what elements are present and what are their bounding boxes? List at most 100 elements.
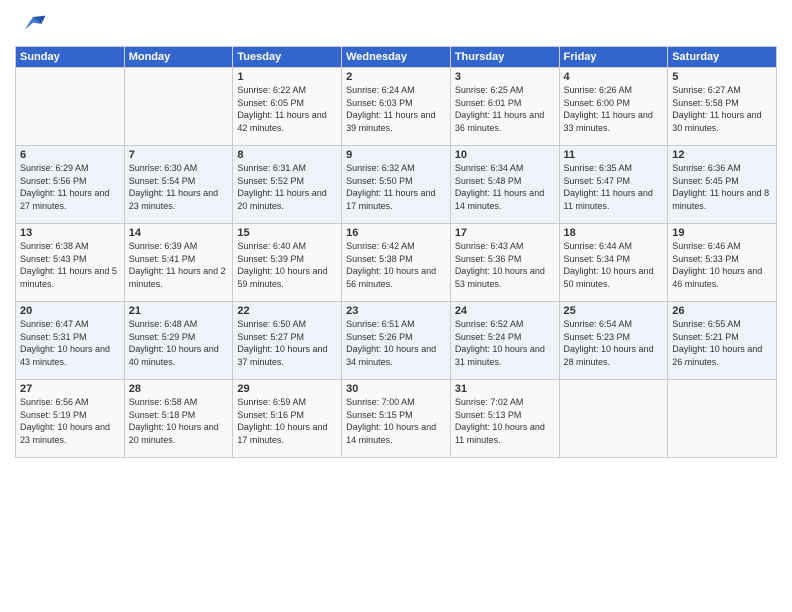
calendar-body: 1Sunrise: 6:22 AM Sunset: 6:05 PM Daylig… (16, 68, 777, 458)
day-info: Sunrise: 6:48 AM Sunset: 5:29 PM Dayligh… (129, 318, 229, 368)
day-info: Sunrise: 6:24 AM Sunset: 6:03 PM Dayligh… (346, 84, 446, 134)
day-info: Sunrise: 6:39 AM Sunset: 5:41 PM Dayligh… (129, 240, 229, 290)
calendar-cell: 28Sunrise: 6:58 AM Sunset: 5:18 PM Dayli… (124, 380, 233, 458)
day-number: 29 (237, 383, 337, 395)
calendar-cell: 4Sunrise: 6:26 AM Sunset: 6:00 PM Daylig… (559, 68, 668, 146)
logo-bird-icon (19, 10, 47, 38)
week-row-1: 1Sunrise: 6:22 AM Sunset: 6:05 PM Daylig… (16, 68, 777, 146)
calendar-cell: 21Sunrise: 6:48 AM Sunset: 5:29 PM Dayli… (124, 302, 233, 380)
day-number: 9 (346, 149, 446, 161)
calendar-cell: 22Sunrise: 6:50 AM Sunset: 5:27 PM Dayli… (233, 302, 342, 380)
week-row-3: 13Sunrise: 6:38 AM Sunset: 5:43 PM Dayli… (16, 224, 777, 302)
day-number: 31 (455, 383, 555, 395)
calendar-header: SundayMondayTuesdayWednesdayThursdayFrid… (16, 47, 777, 68)
day-header-tuesday: Tuesday (233, 47, 342, 68)
day-info: Sunrise: 6:52 AM Sunset: 5:24 PM Dayligh… (455, 318, 555, 368)
day-number: 26 (672, 305, 772, 317)
day-info: Sunrise: 6:34 AM Sunset: 5:48 PM Dayligh… (455, 162, 555, 212)
day-info: Sunrise: 6:26 AM Sunset: 6:00 PM Dayligh… (564, 84, 664, 134)
day-number: 12 (672, 149, 772, 161)
day-info: Sunrise: 6:30 AM Sunset: 5:54 PM Dayligh… (129, 162, 229, 212)
day-info: Sunrise: 7:02 AM Sunset: 5:13 PM Dayligh… (455, 396, 555, 446)
day-header-wednesday: Wednesday (342, 47, 451, 68)
day-info: Sunrise: 6:55 AM Sunset: 5:21 PM Dayligh… (672, 318, 772, 368)
logo (15, 10, 47, 38)
day-info: Sunrise: 6:47 AM Sunset: 5:31 PM Dayligh… (20, 318, 120, 368)
calendar-cell: 19Sunrise: 6:46 AM Sunset: 5:33 PM Dayli… (668, 224, 777, 302)
day-number: 14 (129, 227, 229, 239)
calendar-cell: 29Sunrise: 6:59 AM Sunset: 5:16 PM Dayli… (233, 380, 342, 458)
day-info: Sunrise: 6:46 AM Sunset: 5:33 PM Dayligh… (672, 240, 772, 290)
day-number: 5 (672, 71, 772, 83)
day-info: Sunrise: 6:27 AM Sunset: 5:58 PM Dayligh… (672, 84, 772, 134)
calendar-cell: 7Sunrise: 6:30 AM Sunset: 5:54 PM Daylig… (124, 146, 233, 224)
day-info: Sunrise: 6:31 AM Sunset: 5:52 PM Dayligh… (237, 162, 337, 212)
calendar-cell: 18Sunrise: 6:44 AM Sunset: 5:34 PM Dayli… (559, 224, 668, 302)
day-number: 18 (564, 227, 664, 239)
calendar-cell: 8Sunrise: 6:31 AM Sunset: 5:52 PM Daylig… (233, 146, 342, 224)
calendar-cell: 6Sunrise: 6:29 AM Sunset: 5:56 PM Daylig… (16, 146, 125, 224)
day-number: 20 (20, 305, 120, 317)
day-header-friday: Friday (559, 47, 668, 68)
calendar-cell: 15Sunrise: 6:40 AM Sunset: 5:39 PM Dayli… (233, 224, 342, 302)
calendar-cell: 1Sunrise: 6:22 AM Sunset: 6:05 PM Daylig… (233, 68, 342, 146)
calendar-cell: 27Sunrise: 6:56 AM Sunset: 5:19 PM Dayli… (16, 380, 125, 458)
day-info: Sunrise: 6:44 AM Sunset: 5:34 PM Dayligh… (564, 240, 664, 290)
day-header-saturday: Saturday (668, 47, 777, 68)
day-number: 1 (237, 71, 337, 83)
day-number: 22 (237, 305, 337, 317)
day-info: Sunrise: 6:38 AM Sunset: 5:43 PM Dayligh… (20, 240, 120, 290)
header (15, 10, 777, 38)
day-number: 6 (20, 149, 120, 161)
calendar-cell (16, 68, 125, 146)
day-number: 13 (20, 227, 120, 239)
day-number: 10 (455, 149, 555, 161)
day-info: Sunrise: 6:58 AM Sunset: 5:18 PM Dayligh… (129, 396, 229, 446)
day-number: 16 (346, 227, 446, 239)
calendar-cell: 20Sunrise: 6:47 AM Sunset: 5:31 PM Dayli… (16, 302, 125, 380)
day-info: Sunrise: 7:00 AM Sunset: 5:15 PM Dayligh… (346, 396, 446, 446)
calendar-cell (668, 380, 777, 458)
calendar-cell: 24Sunrise: 6:52 AM Sunset: 5:24 PM Dayli… (450, 302, 559, 380)
day-number: 24 (455, 305, 555, 317)
day-info: Sunrise: 6:25 AM Sunset: 6:01 PM Dayligh… (455, 84, 555, 134)
day-info: Sunrise: 6:35 AM Sunset: 5:47 PM Dayligh… (564, 162, 664, 212)
calendar-cell: 14Sunrise: 6:39 AM Sunset: 5:41 PM Dayli… (124, 224, 233, 302)
day-info: Sunrise: 6:22 AM Sunset: 6:05 PM Dayligh… (237, 84, 337, 134)
day-number: 3 (455, 71, 555, 83)
calendar-cell: 9Sunrise: 6:32 AM Sunset: 5:50 PM Daylig… (342, 146, 451, 224)
day-number: 21 (129, 305, 229, 317)
day-number: 8 (237, 149, 337, 161)
calendar-cell: 31Sunrise: 7:02 AM Sunset: 5:13 PM Dayli… (450, 380, 559, 458)
calendar-cell: 30Sunrise: 7:00 AM Sunset: 5:15 PM Dayli… (342, 380, 451, 458)
calendar-cell: 23Sunrise: 6:51 AM Sunset: 5:26 PM Dayli… (342, 302, 451, 380)
day-number: 4 (564, 71, 664, 83)
calendar-cell: 5Sunrise: 6:27 AM Sunset: 5:58 PM Daylig… (668, 68, 777, 146)
week-row-5: 27Sunrise: 6:56 AM Sunset: 5:19 PM Dayli… (16, 380, 777, 458)
calendar-table: SundayMondayTuesdayWednesdayThursdayFrid… (15, 46, 777, 458)
day-info: Sunrise: 6:36 AM Sunset: 5:45 PM Dayligh… (672, 162, 772, 212)
day-info: Sunrise: 6:50 AM Sunset: 5:27 PM Dayligh… (237, 318, 337, 368)
day-number: 15 (237, 227, 337, 239)
day-number: 19 (672, 227, 772, 239)
day-number: 11 (564, 149, 664, 161)
calendar-cell: 13Sunrise: 6:38 AM Sunset: 5:43 PM Dayli… (16, 224, 125, 302)
day-number: 30 (346, 383, 446, 395)
calendar-cell: 2Sunrise: 6:24 AM Sunset: 6:03 PM Daylig… (342, 68, 451, 146)
calendar-cell (559, 380, 668, 458)
header-row: SundayMondayTuesdayWednesdayThursdayFrid… (16, 47, 777, 68)
day-header-thursday: Thursday (450, 47, 559, 68)
calendar-cell: 10Sunrise: 6:34 AM Sunset: 5:48 PM Dayli… (450, 146, 559, 224)
calendar-cell: 17Sunrise: 6:43 AM Sunset: 5:36 PM Dayli… (450, 224, 559, 302)
day-number: 2 (346, 71, 446, 83)
calendar-cell: 12Sunrise: 6:36 AM Sunset: 5:45 PM Dayli… (668, 146, 777, 224)
day-header-sunday: Sunday (16, 47, 125, 68)
calendar-cell: 26Sunrise: 6:55 AM Sunset: 5:21 PM Dayli… (668, 302, 777, 380)
day-info: Sunrise: 6:42 AM Sunset: 5:38 PM Dayligh… (346, 240, 446, 290)
day-info: Sunrise: 6:59 AM Sunset: 5:16 PM Dayligh… (237, 396, 337, 446)
calendar-cell: 3Sunrise: 6:25 AM Sunset: 6:01 PM Daylig… (450, 68, 559, 146)
calendar-cell: 16Sunrise: 6:42 AM Sunset: 5:38 PM Dayli… (342, 224, 451, 302)
week-row-2: 6Sunrise: 6:29 AM Sunset: 5:56 PM Daylig… (16, 146, 777, 224)
calendar-cell (124, 68, 233, 146)
day-info: Sunrise: 6:32 AM Sunset: 5:50 PM Dayligh… (346, 162, 446, 212)
